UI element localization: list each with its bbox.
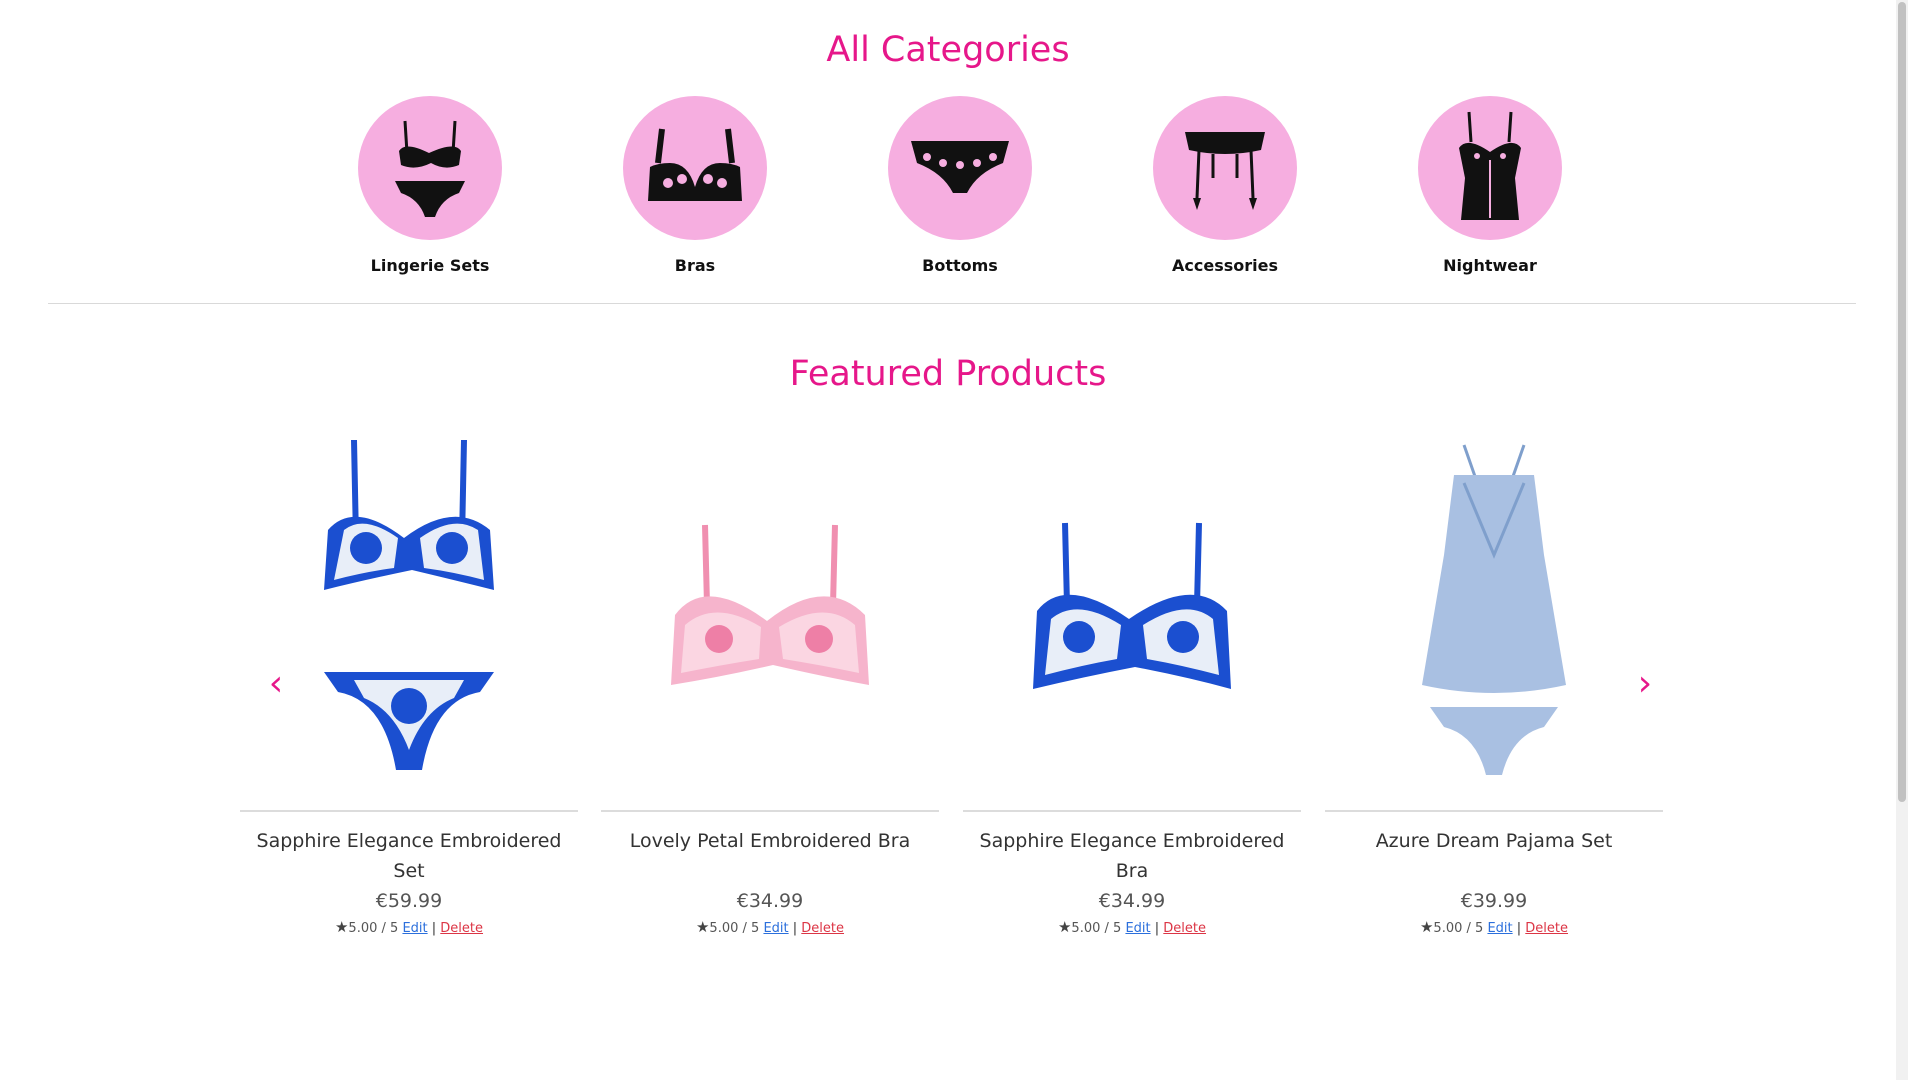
page-scrollbar[interactable] — [1896, 0, 1908, 1080]
category-label: Nightwear — [1443, 256, 1537, 275]
product-image[interactable] — [240, 420, 578, 812]
delete-link[interactable]: Delete — [1163, 921, 1206, 936]
product-name[interactable]: Sapphire Elegance Embroidered Bra — [963, 826, 1301, 886]
category-label: Accessories — [1172, 256, 1278, 275]
star-icon: ★ — [695, 918, 710, 936]
product-price: €34.99 — [1098, 890, 1166, 912]
garter-belt-icon — [1153, 96, 1297, 240]
link-separator: | — [1154, 921, 1160, 936]
panty-icon — [888, 96, 1032, 240]
categories-title: All Categories — [826, 30, 1070, 70]
category-label: Bottoms — [922, 256, 998, 275]
section-divider — [48, 303, 1856, 304]
category-bottoms[interactable]: Bottoms — [850, 96, 1070, 275]
product-price: €34.99 — [736, 890, 804, 912]
product-meta: ★5.00 / 5 Edit | Delete — [963, 916, 1301, 940]
product-rating: 5.00 / 5 — [1071, 921, 1122, 936]
category-bras[interactable]: Bras — [585, 96, 805, 275]
product-price: €39.99 — [1460, 890, 1528, 912]
product-card[interactable]: Sapphire Elegance Embroidered Set €59.99… — [240, 420, 578, 940]
product-price: €59.99 — [375, 890, 443, 912]
product-card[interactable]: Sapphire Elegance Embroidered Bra €34.99… — [963, 420, 1301, 940]
product-meta: ★5.00 / 5 Edit | Delete — [601, 916, 939, 940]
category-list: Lingerie Sets Bras Bottoms Accessories N… — [0, 96, 1896, 286]
product-image[interactable] — [601, 420, 939, 812]
bra-icon — [623, 96, 767, 240]
link-separator: | — [792, 921, 798, 936]
product-rating: 5.00 / 5 — [1433, 921, 1484, 936]
delete-link[interactable]: Delete — [1525, 921, 1568, 936]
category-accessories[interactable]: Accessories — [1115, 96, 1335, 275]
link-separator: | — [431, 921, 437, 936]
featured-title: Featured Products — [789, 354, 1107, 394]
category-lingerie-sets[interactable]: Lingerie Sets — [320, 96, 540, 275]
lingerie-set-icon — [358, 96, 502, 240]
product-name[interactable]: Azure Dream Pajama Set — [1325, 826, 1663, 886]
scrollbar-thumb[interactable] — [1898, 2, 1906, 802]
corset-icon — [1418, 96, 1562, 240]
product-card[interactable]: Lovely Petal Embroidered Bra €34.99 ★5.0… — [601, 420, 939, 940]
link-separator: | — [1516, 921, 1522, 936]
category-label: Lingerie Sets — [370, 256, 490, 275]
edit-link[interactable]: Edit — [763, 921, 788, 936]
delete-link[interactable]: Delete — [801, 921, 844, 936]
product-name[interactable]: Sapphire Elegance Embroidered Set — [240, 826, 578, 886]
category-nightwear[interactable]: Nightwear — [1380, 96, 1600, 275]
edit-link[interactable]: Edit — [1487, 921, 1512, 936]
edit-link[interactable]: Edit — [402, 921, 427, 936]
product-image[interactable] — [1325, 420, 1663, 812]
star-icon: ★ — [1057, 918, 1072, 936]
product-rating: 5.00 / 5 — [709, 921, 760, 936]
product-rating: 5.00 / 5 — [348, 921, 399, 936]
product-image[interactable] — [963, 420, 1301, 812]
star-icon: ★ — [1419, 918, 1434, 936]
star-icon: ★ — [334, 918, 349, 936]
product-meta: ★5.00 / 5 Edit | Delete — [240, 916, 578, 940]
delete-link[interactable]: Delete — [440, 921, 483, 936]
product-meta: ★5.00 / 5 Edit | Delete — [1325, 916, 1663, 940]
product-name[interactable]: Lovely Petal Embroidered Bra — [601, 826, 939, 886]
edit-link[interactable]: Edit — [1125, 921, 1150, 936]
category-label: Bras — [674, 256, 716, 275]
product-card[interactable]: Azure Dream Pajama Set €39.99 ★5.00 / 5 … — [1325, 420, 1663, 940]
